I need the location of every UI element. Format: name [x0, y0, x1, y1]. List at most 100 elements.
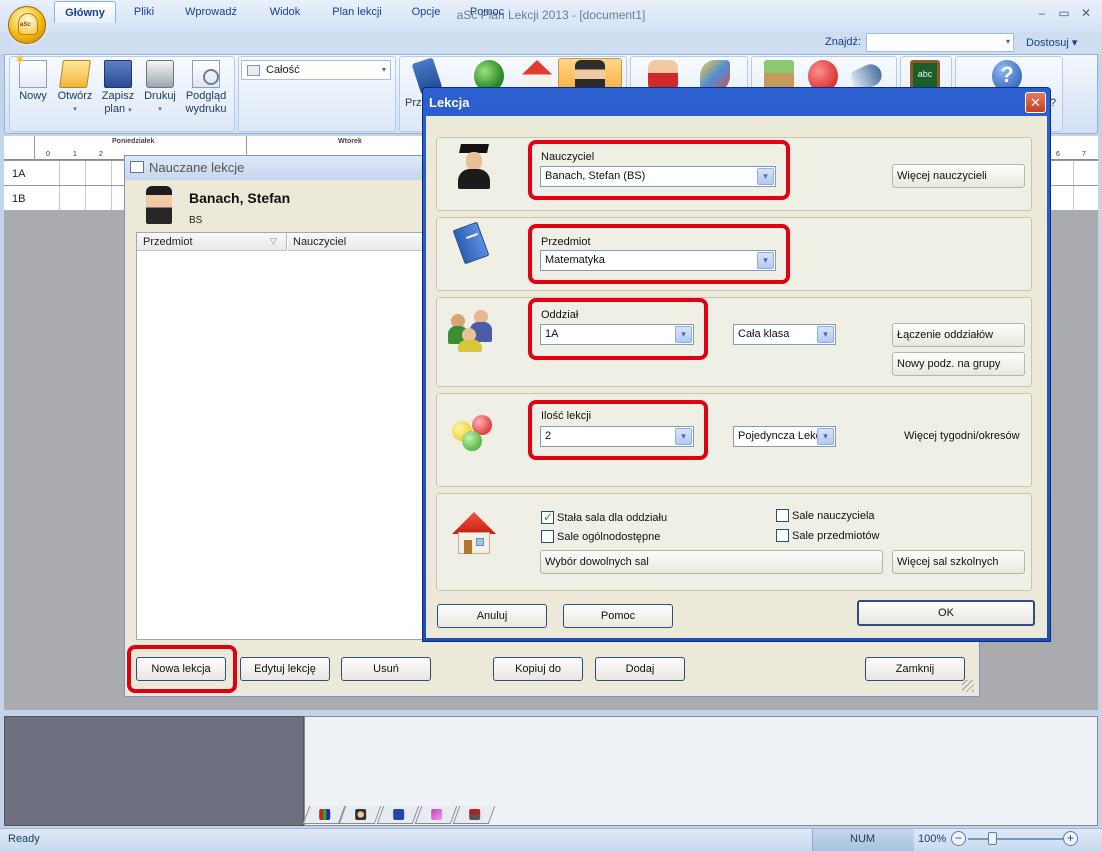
- column-header-teacher[interactable]: Nauczyciel: [288, 233, 423, 251]
- calendar-icon: [247, 65, 260, 76]
- fixed-room-checkbox[interactable]: [541, 510, 554, 524]
- column-header-subject[interactable]: Przedmiot: [137, 233, 287, 251]
- teacher-rooms-checkbox[interactable]: [776, 509, 789, 522]
- zoom-in-button[interactable]: +: [1063, 831, 1078, 846]
- edit-lesson-button[interactable]: Edytuj lekcję: [240, 657, 330, 681]
- save-plan-button[interactable]: Zapisz plan ▾: [99, 60, 137, 117]
- close-icon[interactable]: ✕: [1025, 92, 1046, 113]
- more-weeks-link[interactable]: Więcej tygodni/okresów: [904, 430, 1020, 442]
- new-document-icon: [14, 53, 47, 88]
- window-icon: [130, 161, 144, 173]
- tab-wprowadz[interactable]: Wprowadź: [176, 4, 246, 22]
- num-indicator: NUM: [850, 833, 876, 845]
- period-label: 7: [1082, 151, 1086, 158]
- delete-button[interactable]: Usuń: [341, 657, 431, 681]
- cap-tab-icon: [393, 809, 405, 820]
- scope-value: Całość: [266, 64, 300, 76]
- open-folder-icon: [59, 60, 91, 88]
- help-button[interactable]: Pomoc: [563, 604, 673, 628]
- chevron-down-icon: ▾: [817, 428, 834, 445]
- join-classes-button[interactable]: Łączenie oddziałów: [892, 323, 1025, 347]
- row-header-1b[interactable]: 1B: [4, 185, 34, 210]
- header-divider: [34, 136, 35, 160]
- teacher-icon: [146, 186, 172, 224]
- highlight-new-lesson: [127, 645, 237, 693]
- tab-opcje[interactable]: Opcje: [404, 4, 448, 22]
- rooms-section: [436, 493, 1032, 591]
- tab-plan-lekcji[interactable]: Plan lekcji: [324, 4, 390, 22]
- choose-rooms-button[interactable]: Wybór dowolnych sal: [540, 550, 883, 574]
- close-button[interactable]: Zamknij: [865, 657, 965, 681]
- zoom-level: 100%: [918, 833, 947, 845]
- group-select[interactable]: Cała klasa ▾: [733, 324, 836, 345]
- scope-select[interactable]: Całość ▾: [241, 60, 391, 80]
- lesson-dialog-title: Lekcja: [429, 95, 470, 110]
- find-input[interactable]: ▾: [866, 33, 1014, 52]
- printer-icon: [146, 60, 174, 88]
- pane-tab[interactable]: [414, 806, 458, 824]
- preview-line2: wydruku: [185, 103, 227, 115]
- subject-rooms-checkbox[interactable]: [776, 529, 789, 542]
- open-button[interactable]: Otwórz ▾: [54, 60, 96, 116]
- zoom-slider-thumb[interactable]: [988, 832, 997, 845]
- chart-icon: [319, 809, 331, 820]
- teacher-abbreviation: BS: [189, 215, 203, 226]
- cancel-button[interactable]: Anuluj: [437, 604, 547, 628]
- teacher-tab-icon: [355, 809, 367, 820]
- restore-button[interactable]: ▭: [1054, 6, 1074, 24]
- customize-menu[interactable]: Dostosuj ▾: [1026, 36, 1077, 49]
- tab-widok[interactable]: Widok: [260, 4, 310, 22]
- orb-label: aSc: [20, 22, 31, 28]
- teacher-rooms-label: Sale nauczyciela: [792, 510, 875, 522]
- window-title: aSc Plan Lekcji 2013 - [document1]: [456, 8, 646, 22]
- copy-to-button[interactable]: Kopiuj do: [493, 657, 583, 681]
- highlight-class: [528, 298, 708, 360]
- period-label: 6: [1056, 151, 1060, 158]
- save-disk-icon: [104, 60, 132, 88]
- print-preview-button[interactable]: Podgląd wydruku: [182, 60, 230, 116]
- app-menu-orb[interactable]: aSc: [8, 6, 46, 44]
- row-header-1a[interactable]: 1A: [4, 160, 34, 185]
- chevron-down-icon: ▾: [128, 107, 132, 114]
- more-teachers-button[interactable]: Więcej nauczycieli: [892, 164, 1025, 188]
- lesson-length-value: Pojedyncza Lekc: [738, 430, 822, 442]
- zoom-out-button[interactable]: −: [951, 831, 966, 846]
- preview-line1: Podgląd: [185, 90, 227, 102]
- lesson-length-select[interactable]: Pojedyncza Lekc ▾: [733, 426, 836, 447]
- more-rooms-button[interactable]: Więcej sal szkolnych: [892, 550, 1025, 574]
- highlight-lesson-count: [528, 400, 708, 460]
- pane-tab[interactable]: [338, 806, 382, 824]
- highlight-teacher: [528, 140, 790, 200]
- taught-lessons-title: Nauczane lekcje: [149, 160, 245, 175]
- print-preview-icon: [192, 60, 220, 88]
- house-icon: [450, 512, 496, 556]
- minimize-button[interactable]: –: [1032, 6, 1052, 24]
- new-division-button[interactable]: Nowy podz. na grupy: [892, 352, 1025, 376]
- pane-tab[interactable]: [452, 806, 496, 824]
- bottom-left-pane: [4, 716, 304, 826]
- ok-button[interactable]: OK: [857, 600, 1035, 626]
- find-label: Znajdź:: [825, 36, 862, 48]
- chevron-down-icon: ▾: [1005, 37, 1010, 46]
- fixed-room-label: Stała sala dla oddziału: [557, 512, 668, 524]
- pane-tab[interactable]: [376, 806, 420, 824]
- status-text: Ready: [8, 833, 40, 845]
- save-button-line1: Zapisz: [101, 90, 135, 102]
- room-tab-icon: [469, 809, 481, 820]
- zoom-slider-track[interactable]: [968, 838, 1064, 840]
- tab-pomoc[interactable]: Pomoc: [462, 4, 512, 22]
- add-button[interactable]: Dodaj: [595, 657, 685, 681]
- resize-grip[interactable]: [962, 680, 974, 692]
- period-label: 2: [99, 151, 103, 158]
- new-button[interactable]: Nowy: [14, 53, 51, 103]
- day-label-monday: Poniedziałek: [112, 138, 155, 145]
- chevron-down-icon: ▾: [381, 65, 386, 74]
- book-icon: [452, 221, 492, 267]
- tab-pliki[interactable]: Pliki: [126, 4, 162, 22]
- print-button[interactable]: Drukuj ▾: [140, 60, 180, 116]
- tab-glowny[interactable]: Główny: [54, 1, 116, 23]
- public-rooms-label: Sale ogólnodostępne: [557, 531, 661, 543]
- lessons-list[interactable]: [136, 232, 424, 640]
- public-rooms-checkbox[interactable]: [541, 530, 554, 543]
- close-window-button[interactable]: ✕: [1076, 6, 1096, 24]
